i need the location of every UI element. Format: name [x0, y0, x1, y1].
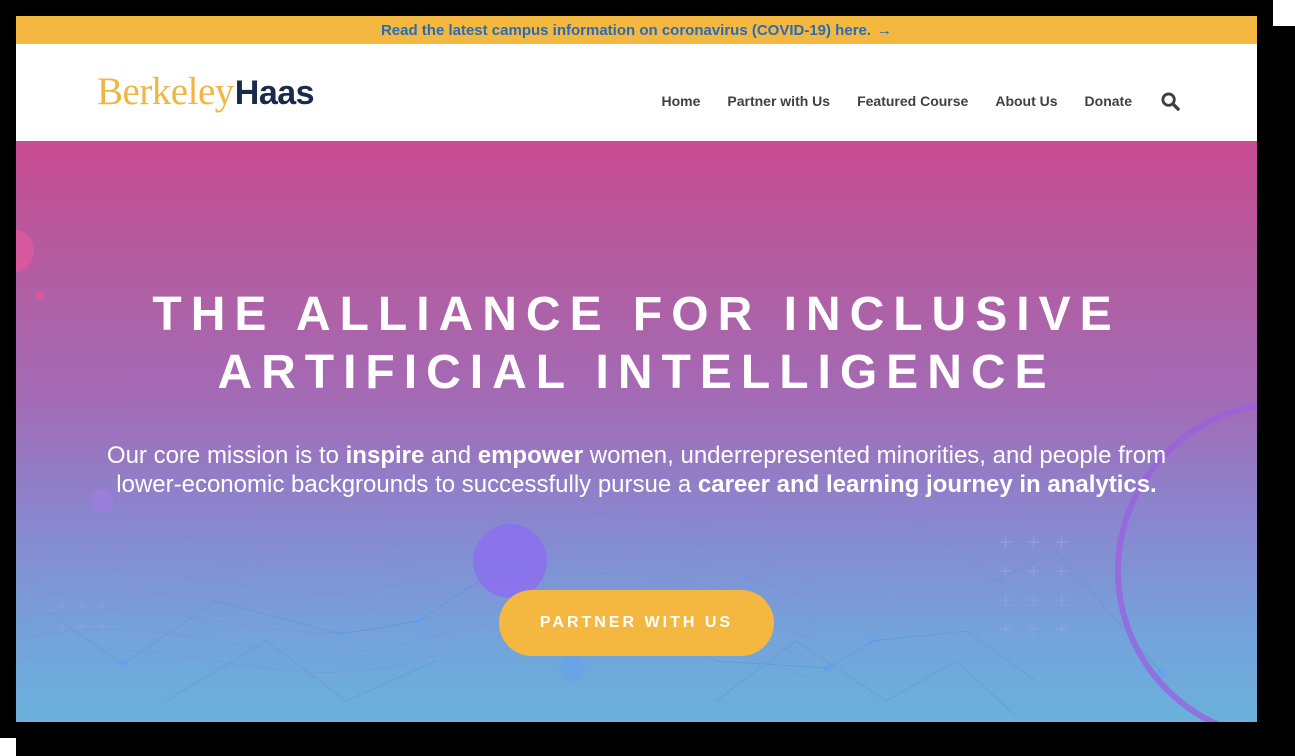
- logo-haas: Haas: [234, 74, 315, 112]
- hero-title-line1: THE ALLIANCE FOR INCLUSIVE: [152, 288, 1121, 341]
- nav-item-about-us[interactable]: About Us: [995, 93, 1057, 109]
- svg-text:+: +: [96, 599, 108, 615]
- svg-text:+: +: [1026, 532, 1041, 553]
- svg-text:+: +: [96, 619, 108, 635]
- hero-title: THE ALLIANCE FOR INCLUSIVE ARTIFICIAL IN…: [56, 286, 1217, 402]
- search-icon[interactable]: [1159, 90, 1181, 112]
- nav-item-featured-course[interactable]: Featured Course: [857, 93, 968, 109]
- svg-text:+: +: [998, 561, 1013, 582]
- svg-text:+: +: [1026, 590, 1041, 611]
- webpage: Read the latest campus information on co…: [16, 16, 1257, 722]
- mission-emphasis: empower: [477, 442, 584, 469]
- svg-text:+: +: [1026, 619, 1041, 640]
- covid-alert-link[interactable]: Read the latest campus information on co…: [16, 16, 1257, 44]
- svg-text:+: +: [76, 619, 88, 635]
- svg-text:+: +: [998, 590, 1013, 611]
- mission-text: Our core mission is to: [106, 442, 346, 469]
- berkeley-haas-logo[interactable]: Berkeley Haas: [97, 70, 315, 113]
- svg-text:+: +: [1026, 561, 1041, 582]
- svg-text:+: +: [998, 619, 1013, 640]
- mission-statement: Our core mission is to inspire and empow…: [106, 441, 1167, 499]
- mission-text: and: [424, 442, 478, 469]
- logo-berkeley: Berkeley: [97, 70, 234, 113]
- svg-text:+: +: [1054, 532, 1069, 553]
- page-edge: [1273, 0, 1295, 26]
- mission-emphasis: career and learning journey in analytics…: [697, 471, 1157, 498]
- main-nav: Home Partner with Us Featured Course Abo…: [661, 90, 1181, 112]
- hero-section: + + + + + + + + + + + + + + + + + + THE ALLIANCE F: [16, 141, 1257, 722]
- svg-text:+: +: [76, 599, 88, 615]
- svg-text:+: +: [1054, 590, 1069, 611]
- page-edge: [0, 738, 16, 756]
- svg-text:+: +: [998, 532, 1013, 553]
- hero-title-line2: ARTIFICIAL INTELLIGENCE: [217, 346, 1056, 399]
- nav-item-partner-with-us[interactable]: Partner with Us: [727, 93, 830, 109]
- partner-with-us-button[interactable]: PARTNER WITH US: [499, 590, 774, 656]
- svg-text:+: +: [1054, 619, 1069, 640]
- site-header: Berkeley Haas Home Partner with Us Featu…: [16, 44, 1257, 144]
- mission-emphasis: inspire: [345, 442, 425, 469]
- alert-text: Read the latest campus information on co…: [380, 21, 872, 39]
- svg-text:+: +: [1054, 561, 1069, 582]
- nav-item-home[interactable]: Home: [661, 93, 700, 109]
- nav-item-donate[interactable]: Donate: [1085, 93, 1132, 109]
- arrow-right-icon: →: [877, 21, 893, 39]
